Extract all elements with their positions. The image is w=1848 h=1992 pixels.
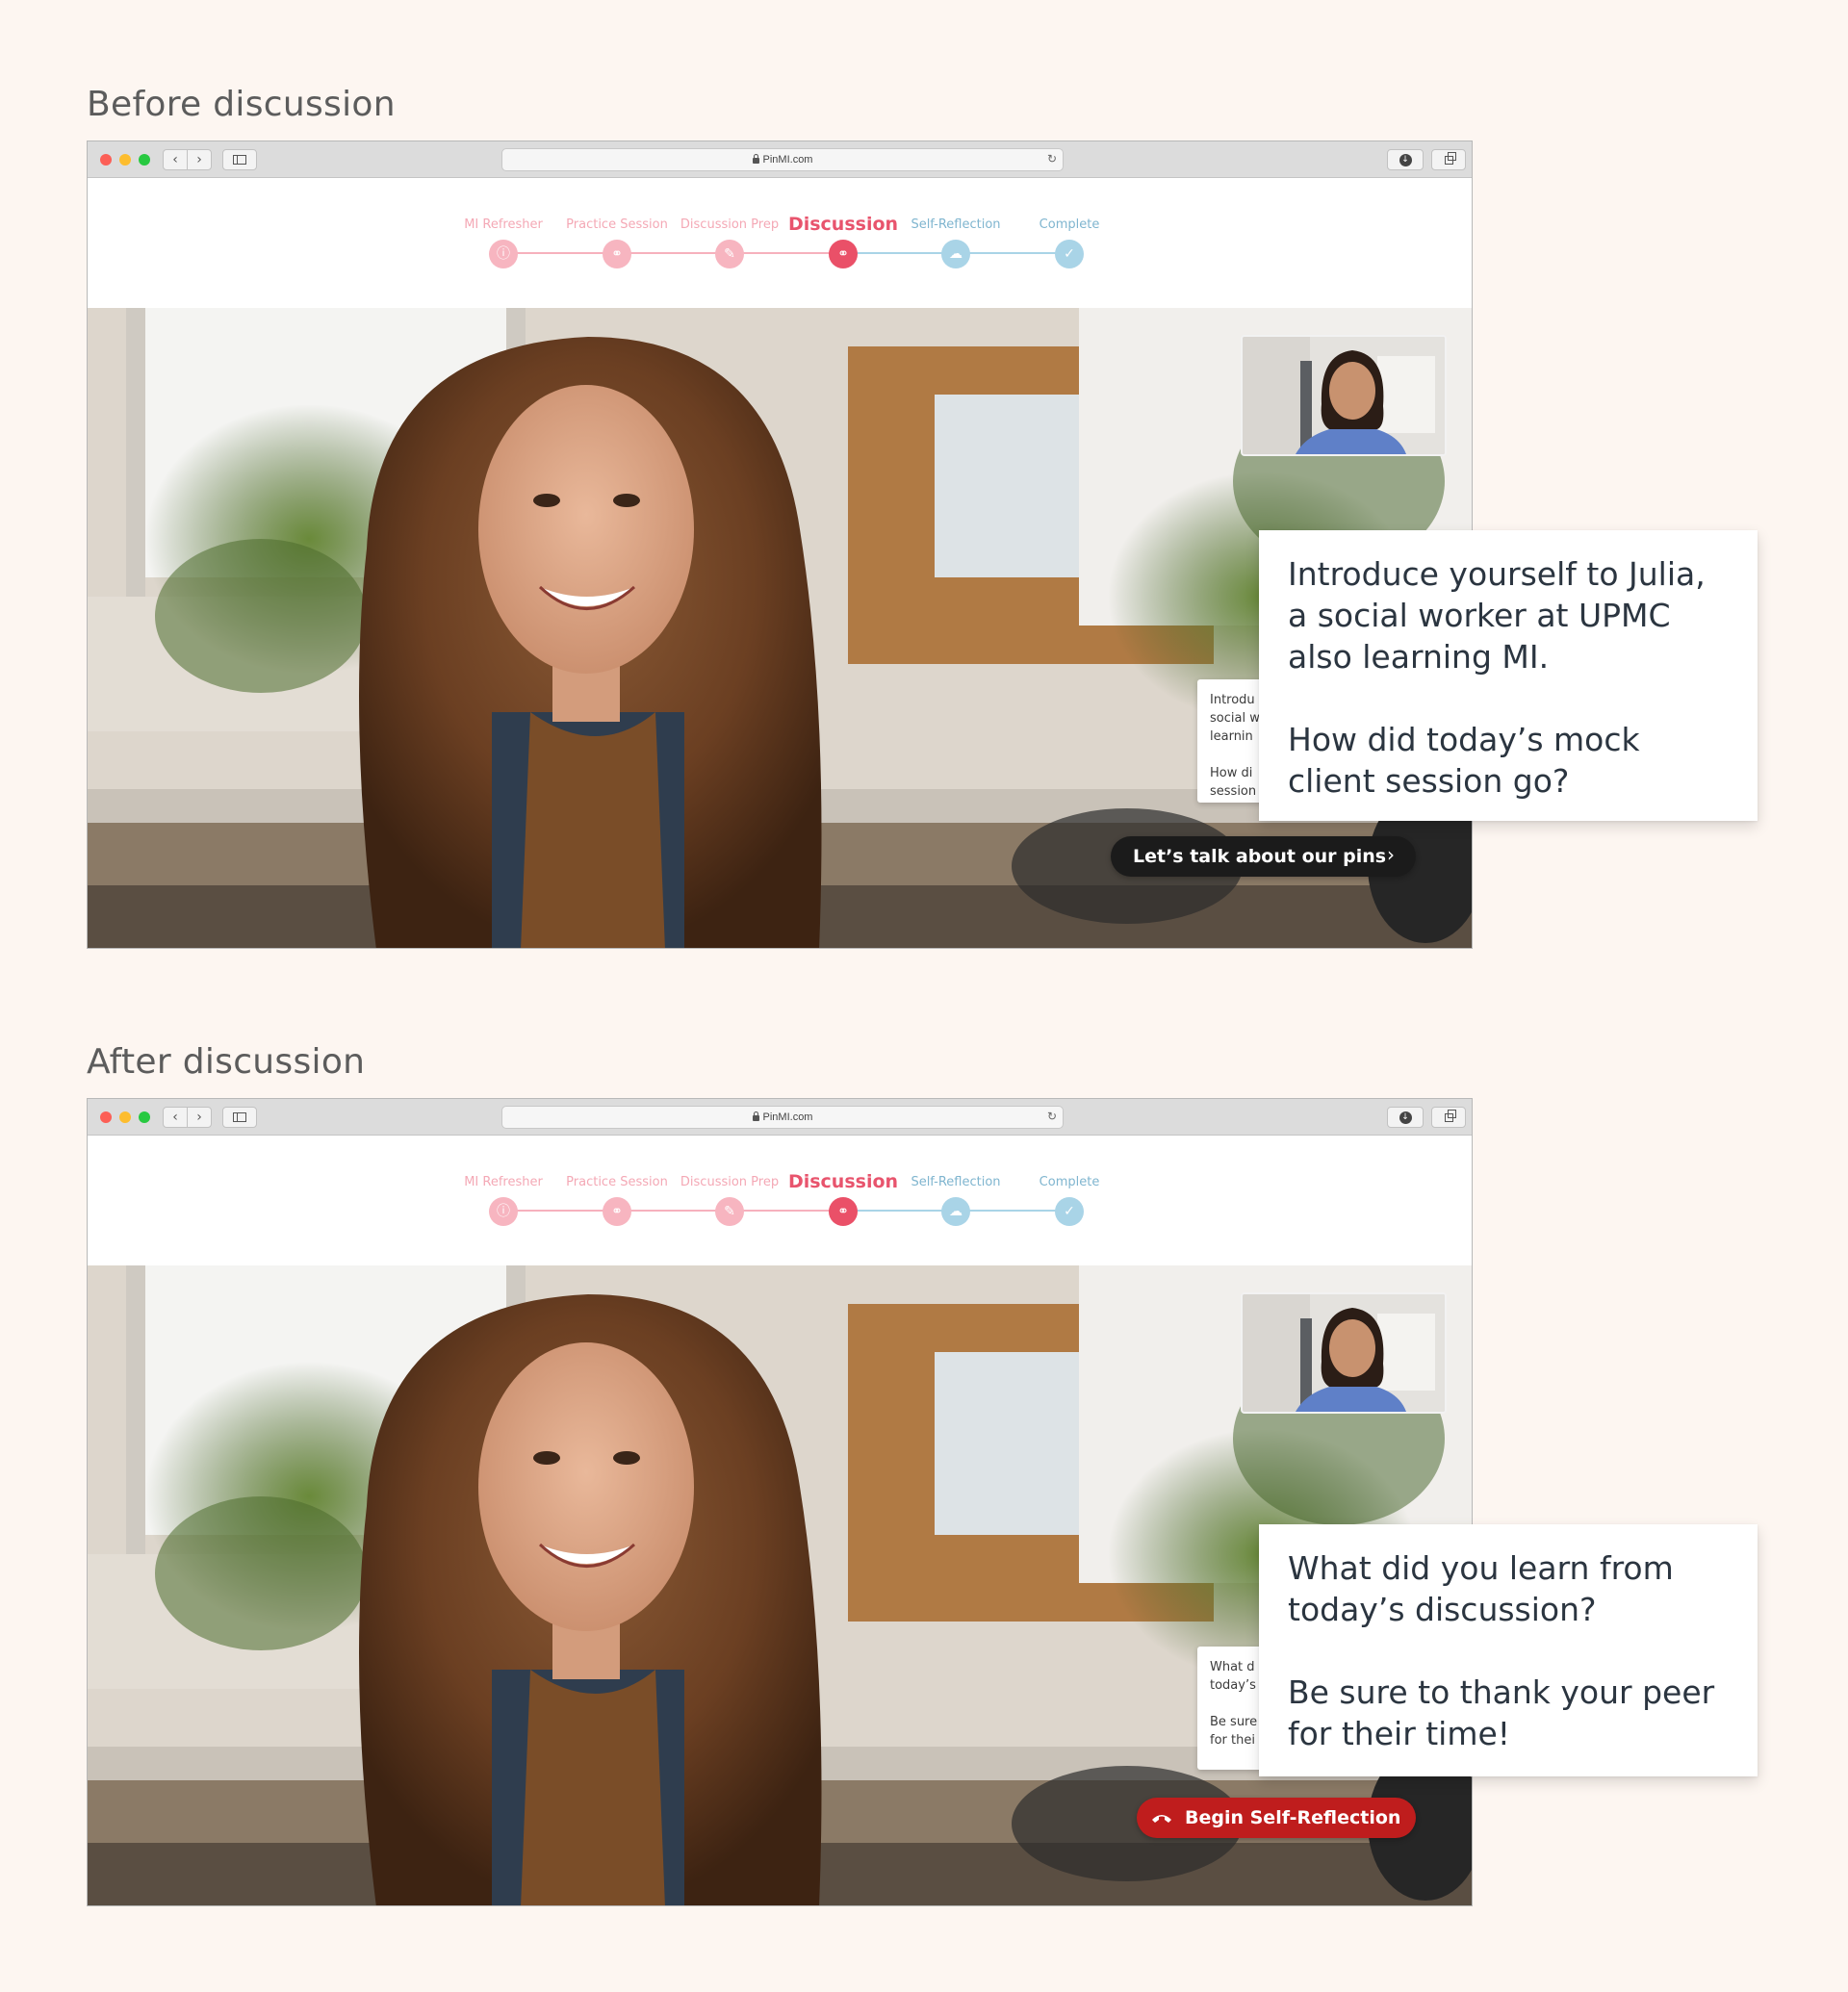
browser-titlebar: ‹ › PinMI.com ↻ ↓ [88,141,1472,178]
chevron-left-icon: ‹ [172,1110,178,1125]
prompt-paragraph: Introduce yourself to Julia, a social wo… [1288,555,1706,676]
download-icon: ↓ [1399,1111,1412,1124]
sidebar-toggle-button[interactable] [222,1107,257,1128]
pills-icon: ⚭ [829,1197,858,1226]
tabs-icon [1444,151,1456,165]
minimize-window-button[interactable] [119,1111,131,1123]
maximize-window-button[interactable] [139,154,150,166]
pills-icon: ⚭ [603,1197,631,1226]
address-bar[interactable]: PinMI.com ↻ [501,1106,1064,1129]
downloads-button[interactable]: ↓ [1387,149,1424,170]
forward-button[interactable]: › [187,1107,212,1128]
prompt-paragraph: Be sure to thank your peer for their tim… [1288,1673,1715,1752]
self-view-image [1243,1294,1445,1412]
browser-window-after: ‹ › PinMI.com ↻ ↓ MI Refresher ⓘ Practic… [87,1098,1473,1906]
section-heading-after: After discussion [87,1042,366,1082]
reload-icon[interactable]: ↻ [1047,152,1057,166]
pills-icon: ⚭ [829,240,858,268]
address-bar[interactable]: PinMI.com ↻ [501,148,1064,171]
info-icon: ⓘ [489,1197,518,1226]
close-window-button[interactable] [100,154,112,166]
chevron-right-icon: › [196,152,202,167]
downloads-button[interactable]: ↓ [1387,1107,1424,1128]
tabs-icon [1444,1109,1456,1122]
tab-overview-button[interactable] [1431,1107,1466,1128]
back-button[interactable]: ‹ [163,149,188,170]
cta-label: Begin Self-Reflection [1185,1807,1401,1828]
prompt-paragraph: How did today’s mock client session go? [1288,721,1640,800]
pencil-icon: ✎ [715,240,744,268]
hang-up-phone-icon [1150,1811,1173,1825]
browser-titlebar: ‹ › PinMI.com ↻ ↓ [88,1099,1472,1136]
lock-icon [752,1111,759,1121]
prompt-callout-before: Introduce yourself to Julia, a social wo… [1259,530,1758,821]
section-heading-before: Before discussion [87,85,396,124]
sidebar-icon [233,1112,246,1122]
close-window-button[interactable] [100,1111,112,1123]
prompt-callout-after: What did you learn from today’s discussi… [1259,1524,1758,1776]
chevron-left-icon: ‹ [172,152,178,167]
download-icon: ↓ [1399,153,1412,166]
chevron-right-icon: › [1387,843,1395,866]
progress-stepper: MI Refresher ⓘ Practice Session ⚭ Discus… [88,178,1472,308]
step-label: Complete [1039,1175,1100,1189]
self-view-video[interactable] [1241,1292,1447,1414]
lock-icon [752,154,759,164]
forward-button[interactable]: › [187,149,212,170]
self-view-image [1243,337,1445,454]
url-text: PinMI.com [762,1111,813,1123]
maximize-window-button[interactable] [139,1111,150,1123]
checkmark-icon: ✓ [1055,1197,1084,1226]
pills-icon: ⚭ [603,240,631,268]
info-icon: ⓘ [489,240,518,268]
talk-about-pins-button[interactable]: Let’s talk about our pins › [1111,836,1416,877]
chat-bubble-icon: ☁ [941,1197,970,1226]
begin-self-reflection-button[interactable]: Begin Self-Reflection [1137,1798,1416,1838]
step-complete[interactable]: Complete ✓ [1002,215,1137,268]
self-view-video[interactable] [1241,335,1447,456]
chat-bubble-icon: ☁ [941,240,970,268]
back-button[interactable]: ‹ [163,1107,188,1128]
progress-stepper: MI Refresher ⓘ Practice Session ⚭ Discus… [88,1136,1472,1265]
chevron-right-icon: › [196,1110,202,1125]
reload-icon[interactable]: ↻ [1047,1110,1057,1123]
step-label: Complete [1039,217,1100,232]
pencil-icon: ✎ [715,1197,744,1226]
minimize-window-button[interactable] [119,154,131,166]
sidebar-toggle-button[interactable] [222,149,257,170]
tab-overview-button[interactable] [1431,149,1466,170]
checkmark-icon: ✓ [1055,240,1084,268]
prompt-paragraph: What did you learn from today’s discussi… [1288,1549,1674,1628]
step-complete[interactable]: Complete ✓ [1002,1172,1137,1226]
sidebar-icon [233,155,246,165]
url-text: PinMI.com [762,154,813,166]
cta-label: Let’s talk about our pins [1133,846,1387,867]
